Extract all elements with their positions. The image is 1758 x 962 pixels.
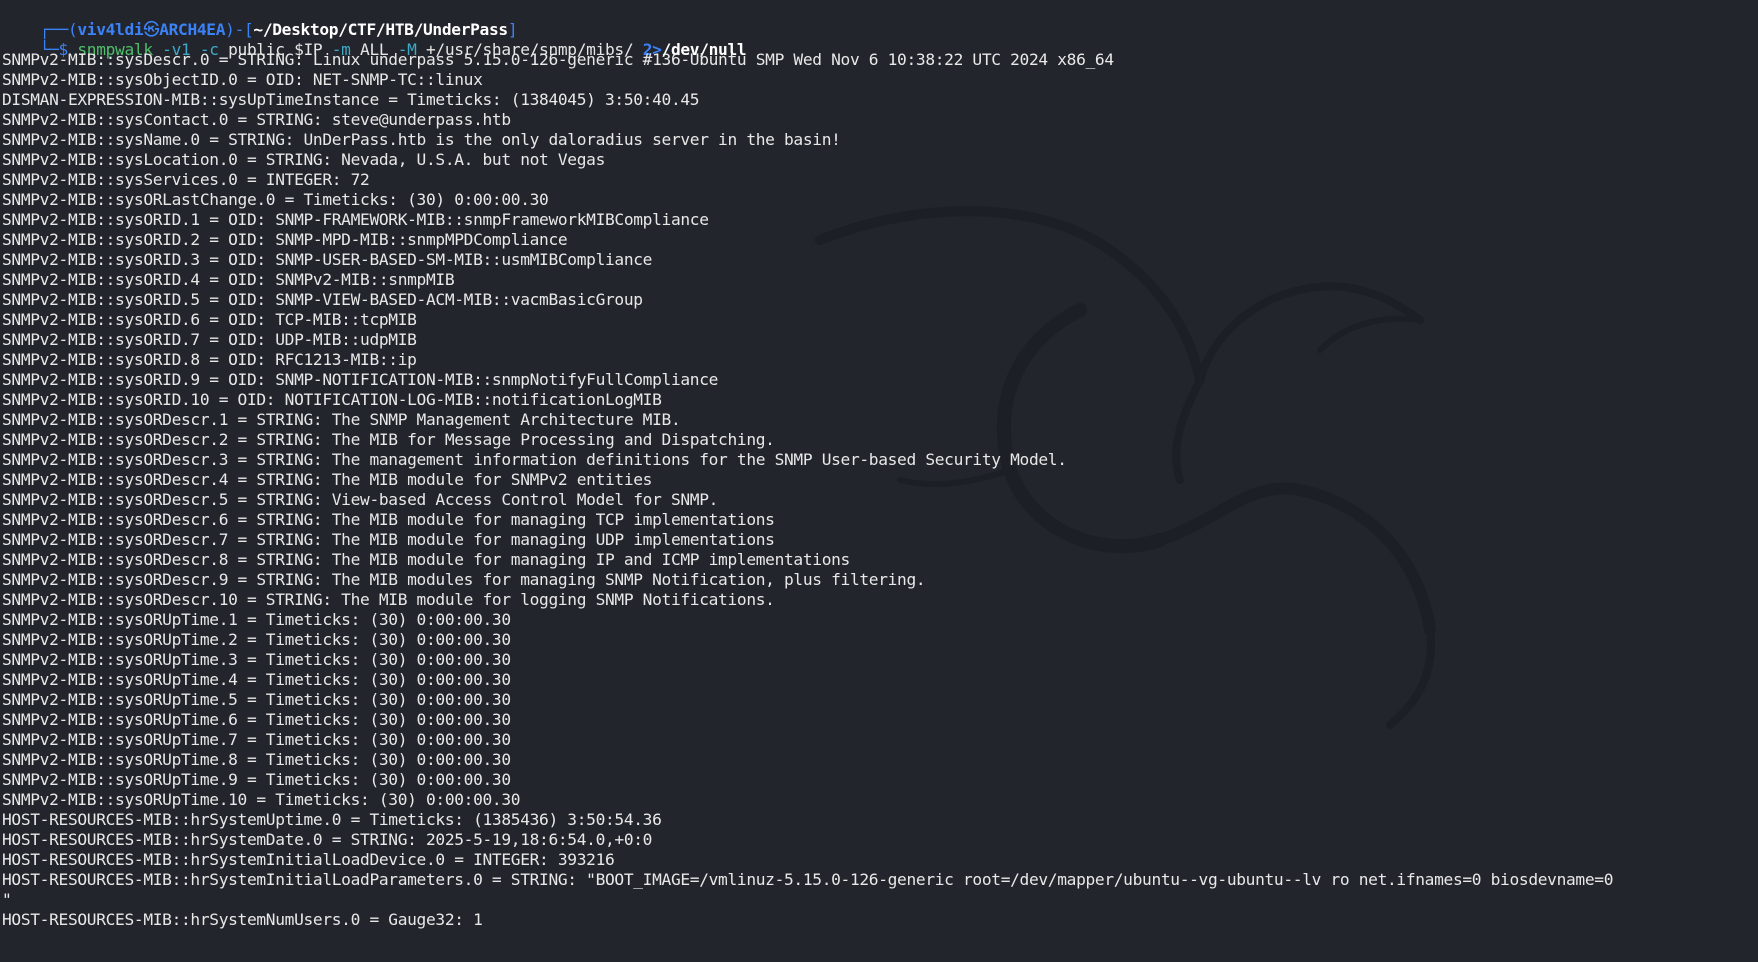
output-line: SNMPv2-MIB::sysORUpTime.1 = Timeticks: (…	[2, 610, 511, 629]
output-line: SNMPv2-MIB::sysORID.8 = OID: RFC1213-MIB…	[2, 350, 417, 369]
output-line: "	[2, 890, 12, 909]
output-line: SNMPv2-MIB::sysORDescr.10 = STRING: The …	[2, 590, 775, 609]
output-line: SNMPv2-MIB::sysORID.5 = OID: SNMP-VIEW-B…	[2, 290, 643, 309]
output-line: SNMPv2-MIB::sysORUpTime.9 = Timeticks: (…	[2, 770, 511, 789]
output-line: SNMPv2-MIB::sysORDescr.1 = STRING: The S…	[2, 410, 681, 429]
output-line: SNMPv2-MIB::sysORLastChange.0 = Timetick…	[2, 190, 549, 209]
output-line: HOST-RESOURCES-MIB::hrSystemDate.0 = STR…	[2, 830, 653, 849]
output-line: SNMPv2-MIB::sysORID.1 = OID: SNMP-FRAMEW…	[2, 210, 709, 229]
output-line: SNMPv2-MIB::sysORDescr.4 = STRING: The M…	[2, 470, 653, 489]
output-line: SNMPv2-MIB::sysORDescr.8 = STRING: The M…	[2, 550, 850, 569]
prompt-line-2[interactable]: └─$ snmpwalk -v1 -c public $IP -m ALL -M…	[0, 20, 1758, 59]
output-line: SNMPv2-MIB::sysContact.0 = STRING: steve…	[2, 110, 511, 129]
output-line: SNMPv2-MIB::sysORUpTime.4 = Timeticks: (…	[2, 670, 511, 689]
output-line: DISMAN-EXPRESSION-MIB::sysUpTimeInstance…	[2, 90, 700, 109]
output-line: SNMPv2-MIB::sysLocation.0 = STRING: Neva…	[2, 150, 605, 169]
command-output: SNMPv2-MIB::sysDescr.0 = STRING: Linux u…	[0, 50, 1758, 930]
output-line: HOST-RESOURCES-MIB::hrSystemNumUsers.0 =…	[2, 910, 483, 929]
output-line: SNMPv2-MIB::sysORUpTime.8 = Timeticks: (…	[2, 750, 511, 769]
output-line: SNMPv2-MIB::sysORDescr.3 = STRING: The m…	[2, 450, 1067, 469]
output-line: SNMPv2-MIB::sysORDescr.6 = STRING: The M…	[2, 510, 775, 529]
output-line: SNMPv2-MIB::sysORUpTime.2 = Timeticks: (…	[2, 630, 511, 649]
output-line: SNMPv2-MIB::sysObjectID.0 = OID: NET-SNM…	[2, 70, 483, 89]
output-line: SNMPv2-MIB::sysORDescr.7 = STRING: The M…	[2, 530, 775, 549]
output-line: SNMPv2-MIB::sysORID.2 = OID: SNMP-MPD-MI…	[2, 230, 568, 249]
output-line: SNMPv2-MIB::sysORID.10 = OID: NOTIFICATI…	[2, 390, 662, 409]
output-line: SNMPv2-MIB::sysORDescr.2 = STRING: The M…	[2, 430, 775, 449]
output-line: SNMPv2-MIB::sysServices.0 = INTEGER: 72	[2, 170, 370, 189]
output-line: SNMPv2-MIB::sysORUpTime.5 = Timeticks: (…	[2, 690, 511, 709]
output-line: SNMPv2-MIB::sysORID.4 = OID: SNMPv2-MIB:…	[2, 270, 455, 289]
output-line: SNMPv2-MIB::sysORUpTime.7 = Timeticks: (…	[2, 730, 511, 749]
output-line: HOST-RESOURCES-MIB::hrSystemInitialLoadP…	[2, 870, 1614, 889]
output-line: SNMPv2-MIB::sysORDescr.5 = STRING: View-…	[2, 490, 719, 509]
output-line: SNMPv2-MIB::sysORUpTime.10 = Timeticks: …	[2, 790, 521, 809]
output-line: SNMPv2-MIB::sysORID.3 = OID: SNMP-USER-B…	[2, 250, 653, 269]
output-line: SNMPv2-MIB::sysORUpTime.6 = Timeticks: (…	[2, 710, 511, 729]
prompt-line-1: ┌──(viv4ldi㉿ARCH4EA)-[~/Desktop/CTF/HTB/…	[0, 0, 1758, 39]
output-line: SNMPv2-MIB::sysDescr.0 = STRING: Linux u…	[2, 50, 1114, 69]
output-line: HOST-RESOURCES-MIB::hrSystemUptime.0 = T…	[2, 810, 662, 829]
output-line: SNMPv2-MIB::sysORUpTime.3 = Timeticks: (…	[2, 650, 511, 669]
output-line: HOST-RESOURCES-MIB::hrSystemInitialLoadD…	[2, 850, 615, 869]
output-line: SNMPv2-MIB::sysORID.7 = OID: UDP-MIB::ud…	[2, 330, 417, 349]
terminal-window[interactable]: ┌──(viv4ldi㉿ARCH4EA)-[~/Desktop/CTF/HTB/…	[0, 0, 1758, 962]
output-line: SNMPv2-MIB::sysName.0 = STRING: UnDerPas…	[2, 130, 841, 149]
output-line: SNMPv2-MIB::sysORID.6 = OID: TCP-MIB::tc…	[2, 310, 417, 329]
output-line: SNMPv2-MIB::sysORDescr.9 = STRING: The M…	[2, 570, 926, 589]
output-line: SNMPv2-MIB::sysORID.9 = OID: SNMP-NOTIFI…	[2, 370, 719, 389]
